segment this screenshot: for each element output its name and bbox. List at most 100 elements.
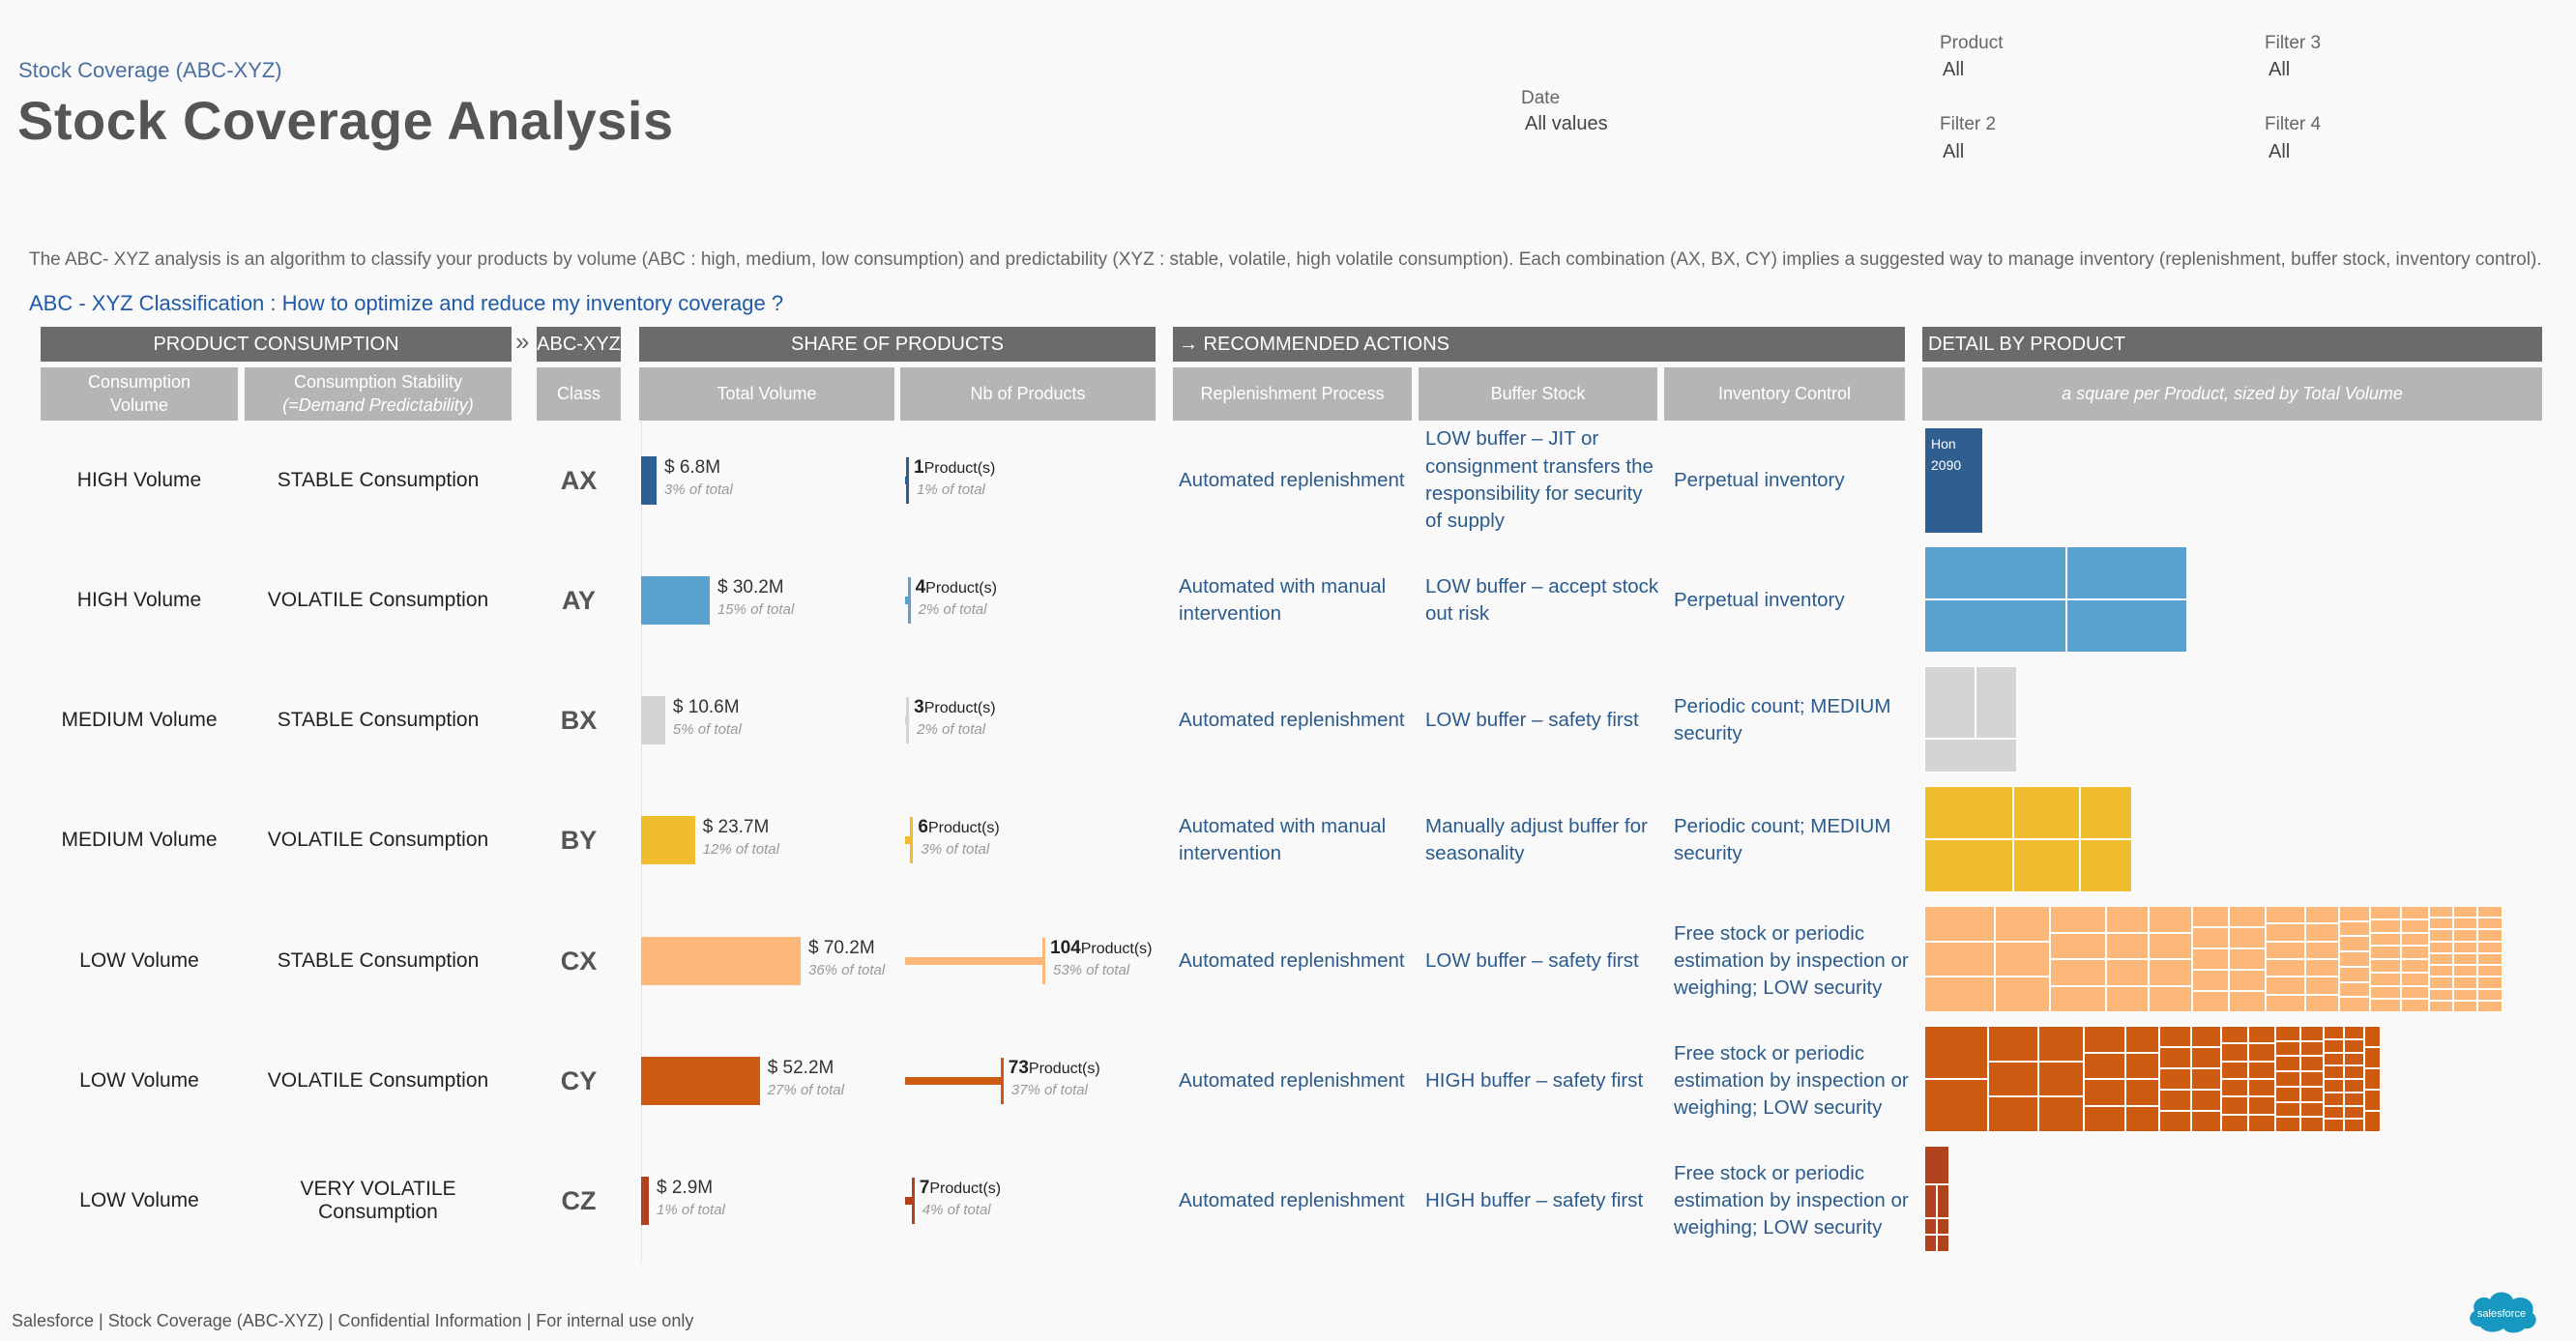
product-square[interactable]: [2477, 977, 2503, 989]
product-square[interactable]: [2344, 1065, 2365, 1079]
product-square[interactable]: [2400, 985, 2429, 1000]
product-square[interactable]: [2400, 906, 2429, 919]
product-square[interactable]: [2400, 918, 2429, 933]
product-square[interactable]: [1937, 1183, 1949, 1218]
product-square[interactable]: [2324, 1105, 2345, 1120]
product-filter[interactable]: All: [1943, 59, 1964, 81]
product-square[interactable]: [1924, 1183, 1937, 1218]
product-square[interactable]: [2050, 932, 2106, 959]
product-square[interactable]: [2324, 1065, 2345, 1079]
product-square[interactable]: [2124, 1052, 2160, 1079]
product-square[interactable]: [2428, 977, 2453, 989]
product-square[interactable]: [2305, 906, 2340, 924]
product-square[interactable]: [2220, 1026, 2249, 1044]
product-square[interactable]: [1924, 546, 2066, 599]
product-square[interactable]: [2050, 985, 2106, 1012]
total-volume-bar[interactable]: [641, 456, 657, 505]
subheader-replenishment[interactable]: Replenishment Process: [1173, 367, 1412, 421]
subheader-consumption-volume[interactable]: Consumption Volume: [41, 367, 238, 421]
product-square[interactable]: [2344, 1079, 2365, 1093]
product-square[interactable]: [2105, 932, 2150, 959]
product-square[interactable]: [2191, 1068, 2221, 1090]
product-square[interactable]: [1975, 666, 2017, 739]
product-square[interactable]: [2228, 991, 2266, 1012]
product-square[interactable]: [1988, 1096, 2038, 1132]
product-square[interactable]: [2105, 906, 2150, 933]
product-square[interactable]: [2013, 786, 2081, 839]
product-square[interactable]: Hon 2090: [1924, 427, 1983, 534]
product-square[interactable]: [2344, 1105, 2365, 1120]
product-square[interactable]: [1937, 1217, 1949, 1236]
product-square[interactable]: [2275, 1026, 2301, 1041]
product-square[interactable]: [2149, 959, 2192, 986]
product-square[interactable]: [1924, 1217, 1937, 1236]
product-square[interactable]: [2013, 839, 2081, 892]
product-square[interactable]: [2050, 959, 2106, 986]
product-square[interactable]: [2265, 923, 2306, 942]
product-square[interactable]: [2084, 1079, 2125, 1106]
product-square[interactable]: [2080, 786, 2132, 839]
product-square[interactable]: [2344, 1038, 2365, 1053]
product-square[interactable]: [2477, 952, 2503, 966]
product-square[interactable]: [2452, 906, 2478, 918]
product-square[interactable]: [2275, 1117, 2301, 1132]
product-square[interactable]: [2324, 1079, 2345, 1093]
product-square[interactable]: [2065, 546, 2187, 599]
subheader-total-volume[interactable]: Total Volume: [639, 367, 894, 421]
product-square[interactable]: [2370, 972, 2401, 986]
product-square[interactable]: [2191, 970, 2229, 991]
filter3-dropdown[interactable]: All: [2269, 59, 2290, 81]
product-square[interactable]: [2191, 1111, 2221, 1132]
product-square[interactable]: [2400, 959, 2429, 973]
product-square[interactable]: [2191, 1090, 2221, 1111]
product-square[interactable]: [2477, 929, 2503, 942]
product-square[interactable]: [2220, 1043, 2249, 1062]
product-square[interactable]: [2275, 1086, 2301, 1102]
product-square[interactable]: [1924, 599, 2066, 653]
product-square[interactable]: [1924, 666, 1976, 739]
product-square[interactable]: [2149, 932, 2192, 959]
product-square[interactable]: [2305, 994, 2340, 1012]
product-square[interactable]: [2452, 965, 2478, 977]
product-square[interactable]: [1924, 906, 1996, 942]
product-square[interactable]: [2428, 1000, 2453, 1012]
product-square[interactable]: [2228, 948, 2266, 970]
product-square[interactable]: [1937, 1235, 1949, 1252]
product-square[interactable]: [2305, 977, 2340, 995]
product-square[interactable]: [2300, 1071, 2324, 1087]
product-square[interactable]: [2159, 1090, 2192, 1111]
product-square[interactable]: [2105, 985, 2150, 1012]
product-square[interactable]: [2339, 981, 2371, 998]
product-square[interactable]: [2324, 1092, 2345, 1106]
product-square[interactable]: [2477, 1000, 2503, 1012]
product-square[interactable]: [2220, 1096, 2249, 1115]
product-square[interactable]: [2370, 999, 2401, 1012]
product-square[interactable]: [2344, 1119, 2365, 1132]
product-square[interactable]: [2324, 1119, 2345, 1132]
subheader-class[interactable]: Class: [537, 367, 621, 421]
product-square[interactable]: [2220, 1079, 2249, 1097]
total-volume-bar[interactable]: [641, 1177, 649, 1225]
product-square[interactable]: [2300, 1117, 2324, 1132]
product-square[interactable]: [2370, 959, 2401, 973]
product-square[interactable]: [2265, 941, 2306, 959]
product-square[interactable]: [2191, 906, 2229, 927]
product-count-bar[interactable]: [905, 957, 1045, 965]
product-square[interactable]: [2300, 1040, 2324, 1057]
product-square[interactable]: [2344, 1026, 2365, 1039]
product-square[interactable]: [2191, 948, 2229, 970]
product-square[interactable]: [2220, 1061, 2249, 1079]
product-square[interactable]: [2038, 1061, 2085, 1097]
product-square[interactable]: [2477, 988, 2503, 1001]
product-square[interactable]: [2324, 1052, 2345, 1066]
product-count-bar[interactable]: [905, 1077, 1004, 1085]
filter4-dropdown[interactable]: All: [2269, 141, 2290, 163]
product-square[interactable]: [2265, 977, 2306, 995]
product-square[interactable]: [1924, 738, 2017, 773]
product-square[interactable]: [2452, 952, 2478, 966]
product-square[interactable]: [2400, 999, 2429, 1012]
product-square[interactable]: [2364, 1047, 2381, 1068]
product-square[interactable]: [2370, 946, 2401, 959]
product-square[interactable]: [2452, 1000, 2478, 1012]
product-square[interactable]: [2339, 906, 2371, 921]
